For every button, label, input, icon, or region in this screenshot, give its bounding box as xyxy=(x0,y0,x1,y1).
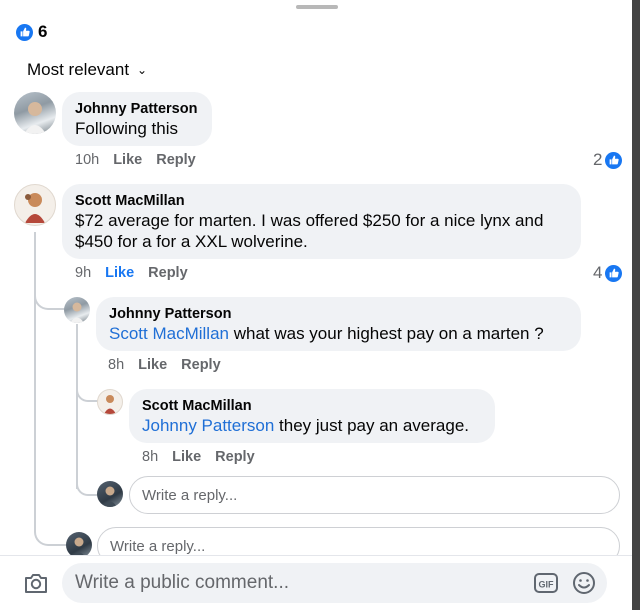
comment-author[interactable]: Johnny Patterson xyxy=(75,100,199,118)
like-button[interactable]: Like xyxy=(172,449,201,465)
like-count-value: 4 xyxy=(593,263,603,282)
reply-button[interactable]: Reply xyxy=(156,152,196,168)
avatar[interactable] xyxy=(64,297,90,323)
sort-dropdown[interactable]: Most relevant ⌄ xyxy=(27,60,147,80)
comment-author[interactable]: Scott MacMillan xyxy=(75,192,568,210)
gif-label: GIF xyxy=(539,580,555,590)
avatar[interactable] xyxy=(14,92,56,134)
comment-like-count[interactable]: 2 xyxy=(593,150,623,170)
reply-bubble[interactable]: Scott MacMillan Johnny Patterson they ju… xyxy=(129,389,495,443)
reply-time: 8h xyxy=(142,449,159,465)
reply-text: what was your highest pay on a marten ? xyxy=(228,324,544,343)
reply-time: 8h xyxy=(108,357,125,373)
thread-line-curve xyxy=(34,520,66,546)
comment-time: 10h xyxy=(75,152,100,168)
like-icon xyxy=(605,264,623,282)
mention-link[interactable]: Scott MacMillan xyxy=(109,324,229,343)
comment-bubble[interactable]: Johnny Patterson Following this xyxy=(62,92,212,146)
drag-handle[interactable] xyxy=(296,5,338,9)
reply-button[interactable]: Reply xyxy=(148,265,188,281)
like-button[interactable]: Like xyxy=(105,265,134,281)
reaction-summary[interactable]: 6 xyxy=(16,22,47,42)
reply-input-placeholder: Write a reply... xyxy=(142,486,238,504)
reply-bubble[interactable]: Johnny Patterson Scott MacMillan what wa… xyxy=(96,297,581,351)
like-icon xyxy=(605,151,623,169)
mention-link[interactable]: Johnny Patterson xyxy=(142,416,274,435)
thread-line-curve xyxy=(34,290,66,310)
reply-author[interactable]: Scott MacMillan xyxy=(142,397,482,415)
comment-text-line: $72 average for marten. I was offered $2… xyxy=(75,211,544,230)
sort-label: Most relevant xyxy=(27,60,130,79)
reply-button[interactable]: Reply xyxy=(215,449,255,465)
reply-author[interactable]: Johnny Patterson xyxy=(109,305,568,323)
reply-actions: 8h Like Reply xyxy=(142,449,255,465)
gif-icon[interactable]: GIF xyxy=(534,572,558,600)
reply-input-placeholder: Write a reply... xyxy=(110,537,206,555)
emoji-icon[interactable] xyxy=(572,571,596,601)
chevron-down-icon: ⌄ xyxy=(137,63,148,77)
like-icon xyxy=(16,23,33,41)
avatar[interactable] xyxy=(14,184,56,226)
comment-actions: 10h Like Reply xyxy=(75,152,196,168)
comment-text-line: $450 for a for a XXL wolverine. xyxy=(75,232,308,251)
reply-actions: 8h Like Reply xyxy=(108,357,221,373)
thread-line-curve xyxy=(76,384,98,402)
public-comment-placeholder: Write a public comment... xyxy=(75,572,290,593)
thread-line xyxy=(76,324,78,489)
comment-text: Following this xyxy=(75,119,178,138)
like-count-value: 2 xyxy=(593,150,603,169)
reaction-count: 6 xyxy=(38,22,48,41)
comment-like-count[interactable]: 4 xyxy=(593,263,623,283)
avatar[interactable] xyxy=(97,389,123,415)
reply-text: they just pay an average. xyxy=(274,416,469,435)
reply-input[interactable]: Write a reply... xyxy=(129,476,620,514)
comments-sheet: 6 Most relevant ⌄ Johnny Patterson Follo… xyxy=(0,0,632,610)
thread-line-curve xyxy=(76,478,98,496)
comment-bubble[interactable]: Scott MacMillan $72 average for marten. … xyxy=(62,184,581,259)
avatar xyxy=(97,481,123,507)
like-button[interactable]: Like xyxy=(138,357,167,373)
comment-composer: Write a public comment... GIF xyxy=(0,555,632,610)
camera-icon[interactable] xyxy=(24,572,48,599)
like-button[interactable]: Like xyxy=(113,152,142,168)
comment-actions: 9h Like Reply xyxy=(75,265,188,281)
thread-line xyxy=(34,232,36,522)
reply-button[interactable]: Reply xyxy=(181,357,221,373)
comment-time: 9h xyxy=(75,265,92,281)
public-comment-input[interactable]: Write a public comment... GIF xyxy=(62,563,607,603)
